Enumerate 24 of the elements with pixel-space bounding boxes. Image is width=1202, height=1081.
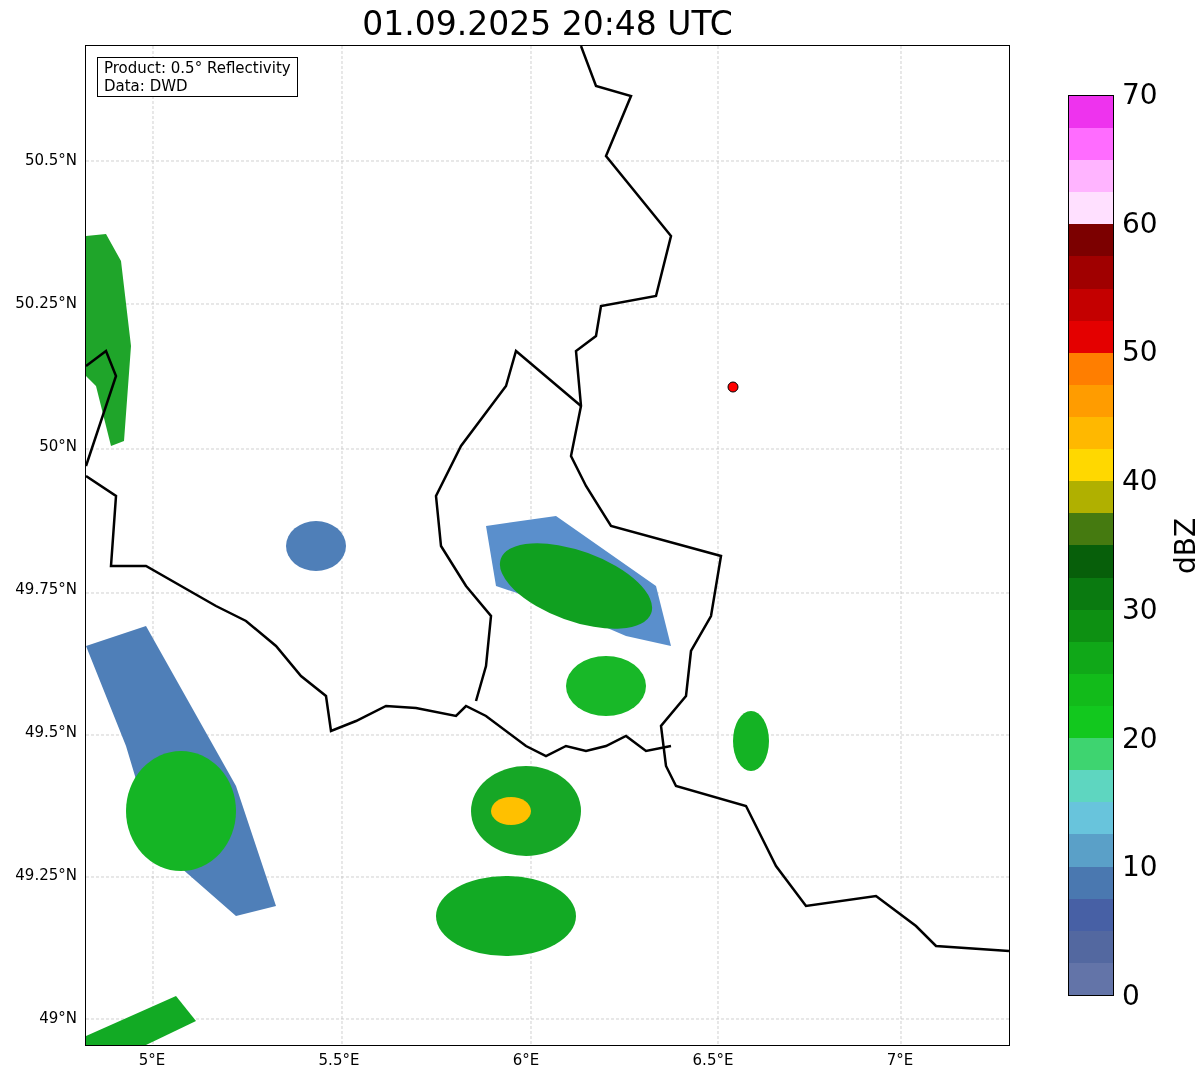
colorbar-tick-label: 0	[1122, 980, 1140, 1012]
colorbar-tick-label: 70	[1122, 79, 1158, 111]
colorbar-label: dBZ	[1170, 517, 1202, 575]
colorbar-tick-label: 40	[1122, 465, 1158, 498]
axis-tick-label: 49.25°N	[15, 866, 77, 884]
axis-tick-label: 50.25°N	[15, 294, 77, 312]
chart-title: 01.09.2025 20:48 UTC	[361, 4, 734, 44]
axis-tick-label: 6°E	[511, 1051, 541, 1069]
axis-tick-label: 5°E	[137, 1051, 167, 1069]
axis-tick-label: 6.5°E	[691, 1051, 735, 1069]
colorbar-tick-label: 10	[1122, 851, 1158, 884]
legend-text: Product: 0.5° Reflectivity	[104, 59, 291, 77]
axis-tick-label: 49°N	[39, 1009, 77, 1027]
colorbar-tick-label: 30	[1122, 593, 1158, 626]
axis-tick-label: 50.5°N	[24, 151, 77, 169]
legend-text: Data: DWD	[104, 77, 189, 95]
colorbar-tick-label: 50	[1122, 336, 1158, 369]
colorbar-tick-label: 60	[1122, 207, 1158, 240]
axis-tick-label: 50°N	[39, 437, 77, 455]
axis-tick-label: 7°E	[885, 1051, 915, 1069]
axis-tick-label: 49.5°N	[24, 723, 77, 741]
axis-tick-label: 49.75°N	[15, 580, 77, 598]
axis-tick-label: 5.5°E	[317, 1051, 361, 1069]
colorbar-tick-label: 20	[1122, 722, 1158, 755]
